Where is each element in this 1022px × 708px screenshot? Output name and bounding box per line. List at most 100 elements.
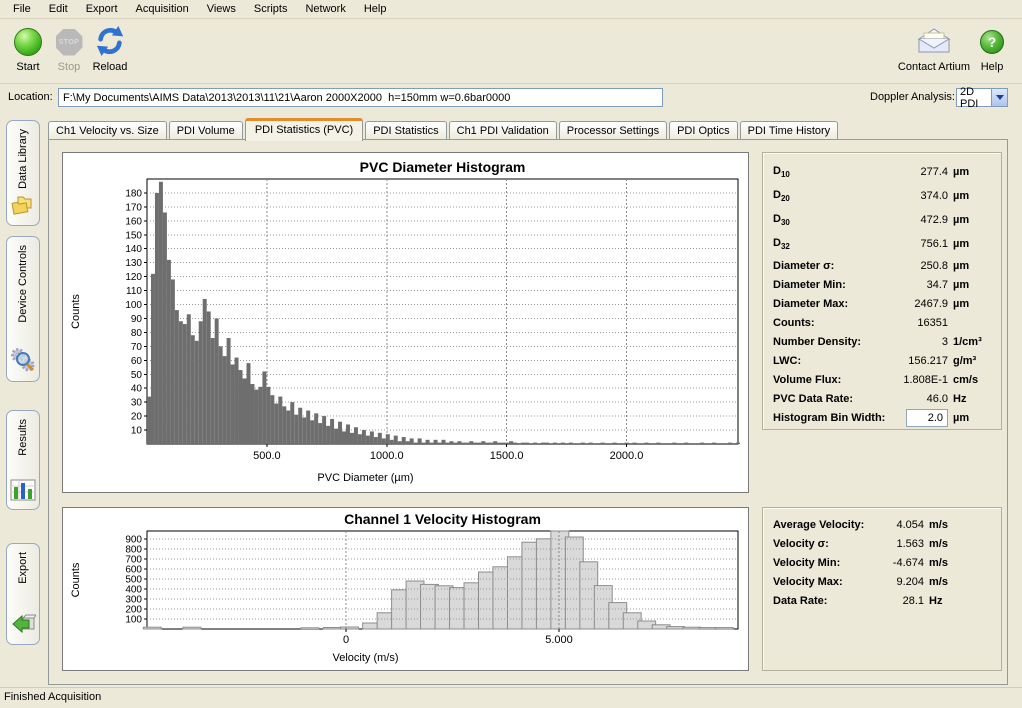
- stat-label: Data Rate:: [773, 595, 827, 607]
- stat-unit: µm: [953, 260, 991, 272]
- tab-pdi-time-history[interactable]: PDI Time History: [740, 121, 839, 140]
- chart-title: PVC Diameter Histogram: [360, 159, 526, 175]
- histogram-bar: [239, 370, 243, 444]
- menu-item-views[interactable]: Views: [198, 1, 245, 17]
- stat-label: Number Density:: [773, 336, 861, 348]
- sidebar-item-device-controls[interactable]: Device Controls: [6, 236, 40, 382]
- tab-pdi-volume[interactable]: PDI Volume: [169, 121, 243, 140]
- y-tick-label: 160: [125, 216, 142, 227]
- stat-unit: µm: [953, 166, 991, 178]
- menu-item-network[interactable]: Network: [296, 1, 354, 17]
- doppler-analysis-select[interactable]: 2D PDI: [956, 88, 1008, 107]
- menu-item-acquisition[interactable]: Acquisition: [127, 1, 198, 17]
- histogram-bar: [402, 437, 406, 444]
- location-row: Location: Doppler Analysis: 2D PDI: [0, 85, 1022, 112]
- histogram-bar: [151, 274, 155, 444]
- tab-pdi-statistics-pvc-[interactable]: PDI Statistics (PVC): [245, 118, 363, 141]
- stat-unit: m/s: [929, 519, 991, 531]
- help-button[interactable]: ? Help: [970, 26, 1014, 73]
- stop-button[interactable]: STOP Stop: [50, 26, 88, 73]
- histogram-bin-width-input[interactable]: [906, 409, 948, 427]
- x-tick-label: 0: [343, 634, 349, 646]
- sidebar-item-label: Device Controls: [17, 245, 29, 323]
- stat-row: Diameter σ:250.8µm: [773, 256, 991, 275]
- histogram-bar: [262, 371, 266, 444]
- stop-button-label: Stop: [58, 61, 81, 73]
- histogram-bar: [274, 404, 278, 444]
- stat-row: Histogram Bin Width:µm: [773, 408, 991, 427]
- menu-item-edit[interactable]: Edit: [40, 1, 77, 17]
- menu-item-help[interactable]: Help: [355, 1, 396, 17]
- menu-item-file[interactable]: File: [4, 1, 40, 17]
- histogram-bar: [461, 443, 465, 444]
- y-tick-label: 80: [131, 328, 143, 339]
- histogram-bar: [143, 627, 161, 629]
- histogram-bar: [683, 627, 701, 629]
- stat-value: 28.1: [827, 595, 924, 607]
- histogram-bar: [684, 443, 688, 444]
- histogram-bar: [323, 628, 341, 630]
- histogram-bar: [294, 415, 298, 444]
- status-bar: Finished Acquisition: [0, 687, 1022, 708]
- y-tick-label: 130: [125, 258, 142, 269]
- histogram-bar: [493, 441, 497, 444]
- stat-row: LWC:156.217g/m³: [773, 351, 991, 370]
- start-button-label: Start: [16, 61, 39, 73]
- tab-pdi-statistics[interactable]: PDI Statistics: [365, 121, 446, 140]
- tab-pdi-optics[interactable]: PDI Optics: [669, 121, 738, 140]
- reload-button[interactable]: Reload: [86, 26, 134, 73]
- tab-ch1-pdi-validation[interactable]: Ch1 PDI Validation: [449, 121, 557, 140]
- velocity-statistics-panel: Average Velocity:4.054m/sVelocity σ:1.56…: [762, 507, 1002, 671]
- stat-row: Average Velocity:4.054m/s: [773, 515, 991, 534]
- histogram-bar: [286, 411, 290, 444]
- sidebar-item-export[interactable]: Export: [6, 543, 40, 645]
- histogram-bar: [199, 321, 203, 444]
- histogram-bar: [298, 408, 302, 444]
- toolbar: Start STOP Stop Reload: [0, 20, 1022, 84]
- y-axis-label: Counts: [70, 294, 82, 329]
- histogram-bar: [306, 411, 310, 444]
- start-button[interactable]: Start: [6, 26, 50, 73]
- x-axis-label: PVC Diameter (µm): [317, 472, 413, 484]
- export-icon: [10, 612, 36, 639]
- stat-label: Diameter σ:: [773, 260, 834, 272]
- histogram-bar: [477, 443, 481, 444]
- sidebar-item-data-library[interactable]: Data Library: [6, 120, 40, 226]
- pvc-diameter-histogram-panel: 1801701601501401301201101009080706050403…: [62, 152, 749, 493]
- histogram-bar: [505, 443, 509, 444]
- histogram-bar: [633, 443, 637, 444]
- stat-label: Volume Flux:: [773, 374, 841, 386]
- stat-row: Number Density:31/cm³: [773, 332, 991, 351]
- histogram-bar: [489, 443, 493, 444]
- y-tick-label: 100: [125, 615, 142, 626]
- stat-unit: µm: [953, 214, 991, 226]
- tab-processor-settings[interactable]: Processor Settings: [559, 121, 667, 140]
- x-axis-label: Velocity (m/s): [332, 652, 398, 664]
- tab-ch1-velocity-vs-size[interactable]: Ch1 Velocity vs. Size: [48, 121, 167, 140]
- stat-label: Diameter Max:: [773, 298, 848, 310]
- location-input[interactable]: [58, 88, 663, 107]
- histogram-bar: [358, 434, 362, 444]
- menu-item-export[interactable]: Export: [77, 1, 127, 17]
- stat-value: 472.9: [790, 214, 948, 226]
- stat-label: Diameter Min:: [773, 279, 846, 291]
- histogram-bar: [414, 443, 418, 444]
- menu-item-scripts[interactable]: Scripts: [245, 1, 297, 17]
- histogram-bar: [378, 433, 382, 444]
- combo-dropdown-button[interactable]: [991, 89, 1007, 106]
- stat-value: -4.674: [840, 557, 924, 569]
- histogram-bar: [342, 431, 346, 444]
- histogram-bar: [362, 430, 366, 444]
- stat-value: 3: [861, 336, 948, 348]
- sidebar-item-results[interactable]: Results: [6, 410, 40, 510]
- stat-row: Diameter Min:34.7µm: [773, 275, 991, 294]
- contact-artium-button[interactable]: Contact Artium: [893, 26, 975, 73]
- stat-row: D20374.0µm: [773, 184, 991, 208]
- histogram-bar: [656, 443, 660, 444]
- stat-row: D30472.9µm: [773, 208, 991, 232]
- sidebar-item-label: Results: [17, 419, 29, 456]
- gears-icon: [10, 347, 36, 376]
- y-tick-label: 20: [131, 412, 143, 423]
- histogram-bar: [473, 443, 477, 444]
- histogram-bar: [370, 431, 374, 444]
